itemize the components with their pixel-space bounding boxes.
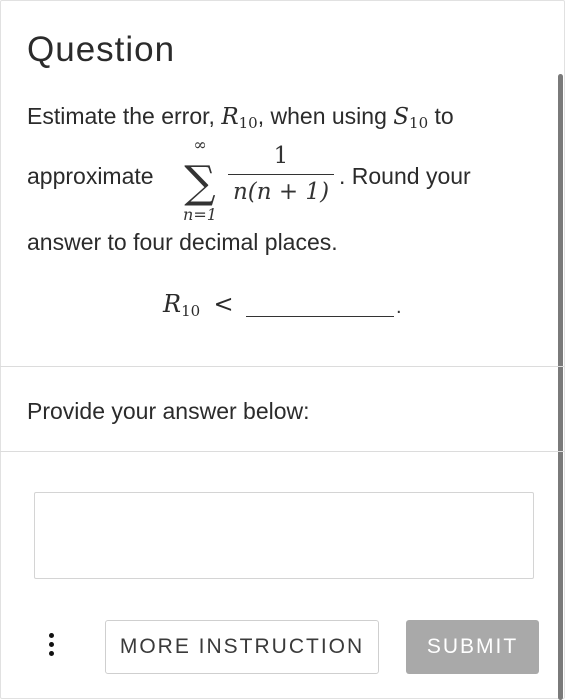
answer-prompt: Provide your answer below:: [27, 398, 310, 424]
s-subscript: 10: [409, 114, 429, 132]
fraction-bar: [228, 174, 334, 175]
inequality-subscript: 10: [181, 302, 201, 320]
sigma-lower-limit: n=1: [183, 205, 217, 224]
question-line-3: answer to four decimal places.: [27, 229, 338, 255]
line1-post: to: [428, 103, 454, 129]
r-symbol: R: [221, 104, 239, 130]
line1-pre: Estimate the error,: [27, 103, 222, 129]
submit-button[interactable]: SUBMIT: [406, 620, 539, 674]
inequality-period: .: [396, 296, 402, 318]
inequality: R10 <: [163, 290, 234, 320]
divider: [0, 451, 565, 452]
fraction: 1 n(n + 1): [226, 142, 336, 206]
scrollbar[interactable]: [558, 74, 563, 700]
divider: [0, 366, 565, 367]
answer-blank-line: [246, 316, 394, 317]
inequality-operator: <: [213, 290, 234, 318]
r-subscript: 10: [238, 114, 258, 132]
sigma-upper-limit: ∞: [193, 135, 207, 154]
fraction-numerator: 1: [273, 143, 289, 169]
sigma-symbol: ∑: [184, 157, 216, 208]
answer-input[interactable]: [34, 492, 534, 579]
line2-pre: approximate: [27, 163, 154, 189]
inequality-symbol: R: [163, 290, 182, 318]
fraction-denominator: n(n + 1): [232, 179, 330, 205]
summation: ∞ ∑ n=1: [175, 137, 225, 223]
question-title: Question: [27, 30, 176, 69]
s-symbol: S: [393, 104, 410, 130]
line2-post: . Round your: [339, 163, 471, 189]
more-instruction-button[interactable]: MORE INSTRUCTION: [105, 620, 379, 674]
question-line-1: Estimate the error, R10, when using S10 …: [27, 103, 454, 132]
line1-mid: , when using: [257, 103, 394, 129]
more-options-icon[interactable]: [44, 633, 58, 661]
